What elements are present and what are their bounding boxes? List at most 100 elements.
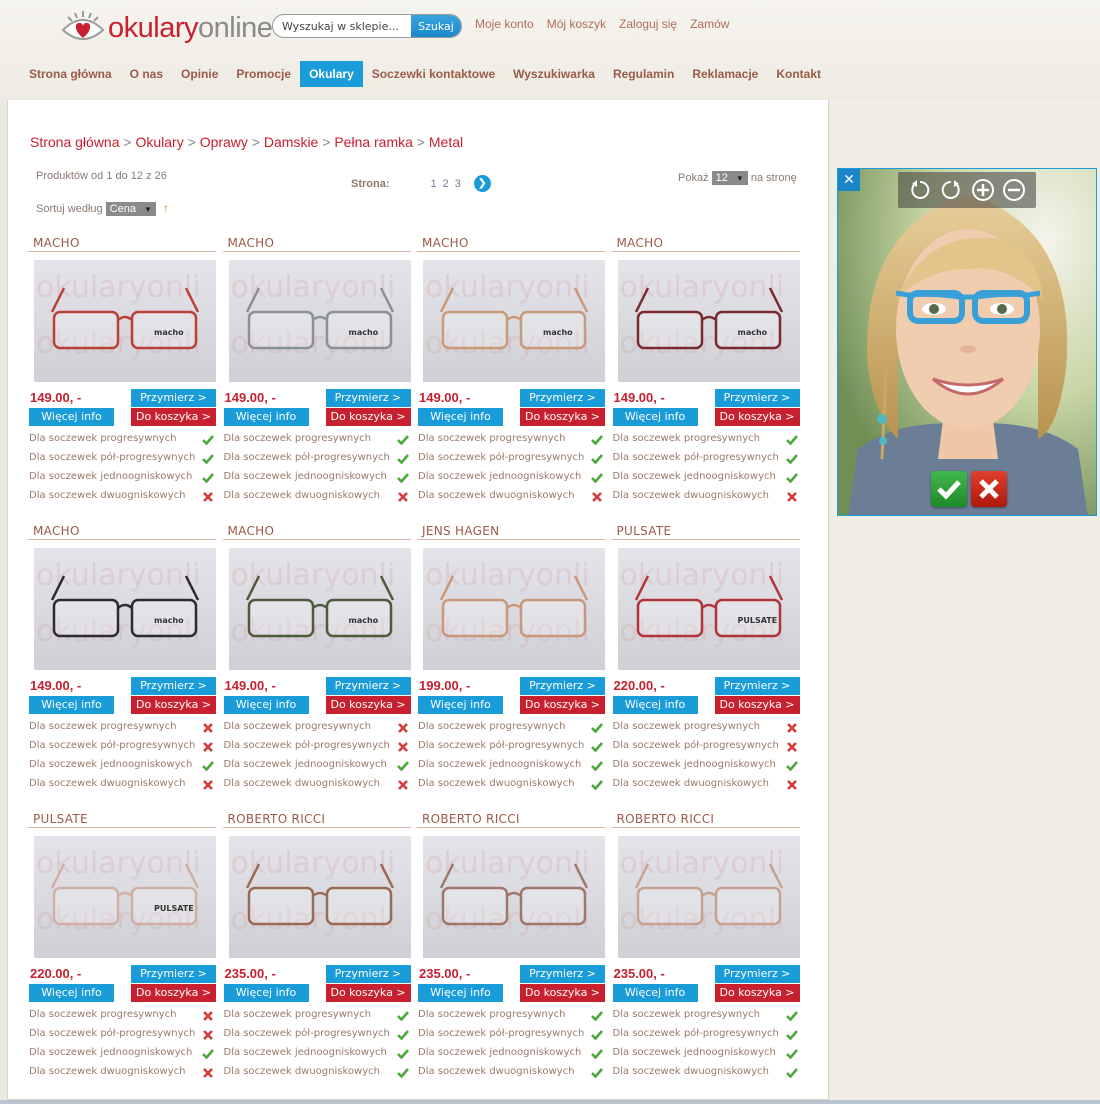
product-brand[interactable]: MACHO [228, 524, 275, 538]
add-to-cart-button[interactable]: Do koszyka > [714, 408, 800, 426]
reject-button[interactable] [971, 471, 1007, 507]
nav-item-8[interactable]: Reklamacje [683, 61, 767, 87]
nav-item-4[interactable]: Okulary [300, 61, 363, 87]
product-brand[interactable]: PULSATE [33, 812, 88, 826]
nav-item-7[interactable]: Regulamin [604, 61, 683, 87]
per-page-control: Pokaż 12 ▼ na stronę [678, 171, 797, 185]
top-link-order[interactable]: Zamów [690, 17, 729, 31]
more-info-button[interactable]: Więcej info [612, 984, 698, 1002]
product-image[interactable]: okularyonliokularyonliPULSATE [34, 836, 216, 958]
breadcrumb-link[interactable]: Pełna ramka [334, 134, 413, 150]
try-on-button[interactable]: Przymierz > [325, 965, 411, 983]
nav-item-3[interactable]: Promocje [227, 61, 300, 87]
try-on-button[interactable]: Przymierz > [131, 965, 216, 983]
more-info-button[interactable]: Więcej info [29, 984, 114, 1002]
breadcrumb-link[interactable]: Okulary [135, 134, 183, 150]
close-icon[interactable]: ✕ [838, 169, 860, 191]
product-image[interactable]: okularyonliokularyonlimacho [423, 260, 605, 382]
try-on-button[interactable]: Przymierz > [520, 389, 605, 407]
add-to-cart-button[interactable]: Do koszyka > [131, 984, 216, 1002]
product-brand[interactable]: JENS HAGEN [422, 524, 499, 538]
product-brand[interactable]: ROBERTO RICCI [617, 812, 715, 826]
product-brand[interactable]: MACHO [422, 236, 469, 250]
try-on-button[interactable]: Przymierz > [714, 965, 800, 983]
page-link-2[interactable]: 2 [443, 178, 449, 190]
try-on-button[interactable]: Przymierz > [131, 389, 216, 407]
product-brand[interactable]: ROBERTO RICCI [228, 812, 326, 826]
product-image[interactable]: okularyonliokularyonli [423, 548, 605, 670]
more-info-button[interactable]: Więcej info [612, 696, 698, 714]
nav-item-1[interactable]: O nas [121, 61, 172, 87]
more-info-button[interactable]: Więcej info [29, 408, 114, 426]
more-info-button[interactable]: Więcej info [223, 408, 309, 426]
product-image[interactable]: okularyonliokularyonlimacho [228, 548, 411, 670]
product-image[interactable]: okularyonliokularyonlimacho [617, 260, 800, 382]
next-page-icon[interactable]: ❯ [473, 175, 491, 192]
product-brand[interactable]: ROBERTO RICCI [422, 812, 520, 826]
dropdown-arrow-icon: ▼ [735, 174, 744, 183]
product-image[interactable]: okularyonliokularyonli [423, 836, 605, 958]
product-image[interactable]: okularyonliokularyonli [228, 836, 411, 958]
more-info-button[interactable]: Więcej info [223, 984, 309, 1002]
breadcrumb-link[interactable]: Oprawy [200, 134, 248, 150]
add-to-cart-button[interactable]: Do koszyka > [520, 408, 605, 426]
sort-direction-icon[interactable]: ↑ [163, 201, 169, 215]
top-link-account[interactable]: Moje konto [475, 17, 534, 31]
product-image[interactable]: okularyonliokularyonlimacho [228, 260, 411, 382]
add-to-cart-button[interactable]: Do koszyka > [131, 696, 216, 714]
nav-item-5[interactable]: Soczewki kontaktowe [363, 61, 504, 87]
search-input[interactable] [273, 15, 411, 37]
accept-button[interactable] [931, 471, 967, 507]
product-brand[interactable]: MACHO [33, 524, 80, 538]
product-brand[interactable]: MACHO [617, 236, 664, 250]
try-on-button[interactable]: Przymierz > [520, 965, 605, 983]
rotate-right-icon[interactable] [939, 178, 963, 202]
add-to-cart-button[interactable]: Do koszyka > [520, 984, 605, 1002]
zoom-in-icon[interactable] [971, 178, 995, 202]
product-image[interactable]: okularyonliokularyonlimacho [34, 260, 216, 382]
try-on-button[interactable]: Przymierz > [325, 677, 411, 695]
try-on-button[interactable]: Przymierz > [325, 389, 411, 407]
add-to-cart-button[interactable]: Do koszyka > [714, 696, 800, 714]
zoom-out-icon[interactable] [1002, 178, 1026, 202]
per-page-select[interactable]: 12 ▼ [711, 171, 748, 185]
more-info-button[interactable]: Więcej info [418, 984, 503, 1002]
more-info-button[interactable]: Więcej info [418, 696, 503, 714]
top-link-cart[interactable]: Mój koszyk [547, 17, 606, 31]
more-info-button[interactable]: Więcej info [418, 408, 503, 426]
breadcrumb-link[interactable]: Metal [429, 134, 463, 150]
product-brand[interactable]: MACHO [33, 236, 80, 250]
nav-item-6[interactable]: Wyszukiwarka [504, 61, 604, 87]
rotate-left-icon[interactable] [908, 178, 932, 202]
add-to-cart-button[interactable]: Do koszyka > [325, 408, 411, 426]
add-to-cart-button[interactable]: Do koszyka > [325, 696, 411, 714]
feature-row: Dla soczewek dwuogniskowych [613, 490, 801, 506]
try-on-button[interactable]: Przymierz > [714, 389, 800, 407]
sort-select[interactable]: Cena ▼ [105, 202, 156, 217]
search-button[interactable]: Szukaj [411, 15, 461, 37]
add-to-cart-button[interactable]: Do koszyka > [520, 696, 605, 714]
product-brand[interactable]: MACHO [228, 236, 275, 250]
page-link-1[interactable]: 1 [431, 178, 437, 190]
top-link-login[interactable]: Zaloguj się [619, 17, 677, 31]
try-on-button[interactable]: Przymierz > [714, 677, 800, 695]
more-info-button[interactable]: Więcej info [612, 408, 698, 426]
breadcrumb-link[interactable]: Strona główna [30, 134, 120, 150]
more-info-button[interactable]: Więcej info [223, 696, 309, 714]
try-on-button[interactable]: Przymierz > [520, 677, 605, 695]
add-to-cart-button[interactable]: Do koszyka > [714, 984, 800, 1002]
page-link-3[interactable]: 3 [455, 178, 461, 190]
product-image[interactable]: okularyonliokularyonli [617, 836, 800, 958]
try-on-button[interactable]: Przymierz > [131, 677, 216, 695]
nav-item-0[interactable]: Strona główna [20, 61, 121, 87]
nav-item-9[interactable]: Kontakt [767, 61, 830, 87]
add-to-cart-button[interactable]: Do koszyka > [131, 408, 216, 426]
product-image[interactable]: okularyonliokularyonliPULSATE [617, 548, 800, 670]
product-image[interactable]: okularyonliokularyonlimacho [34, 548, 216, 670]
product-brand[interactable]: PULSATE [617, 524, 672, 538]
add-to-cart-button[interactable]: Do koszyka > [325, 984, 411, 1002]
breadcrumb-link[interactable]: Damskie [264, 134, 318, 150]
site-logo[interactable]: okularyonline [60, 8, 273, 48]
nav-item-2[interactable]: Opinie [172, 61, 227, 87]
more-info-button[interactable]: Więcej info [29, 696, 114, 714]
